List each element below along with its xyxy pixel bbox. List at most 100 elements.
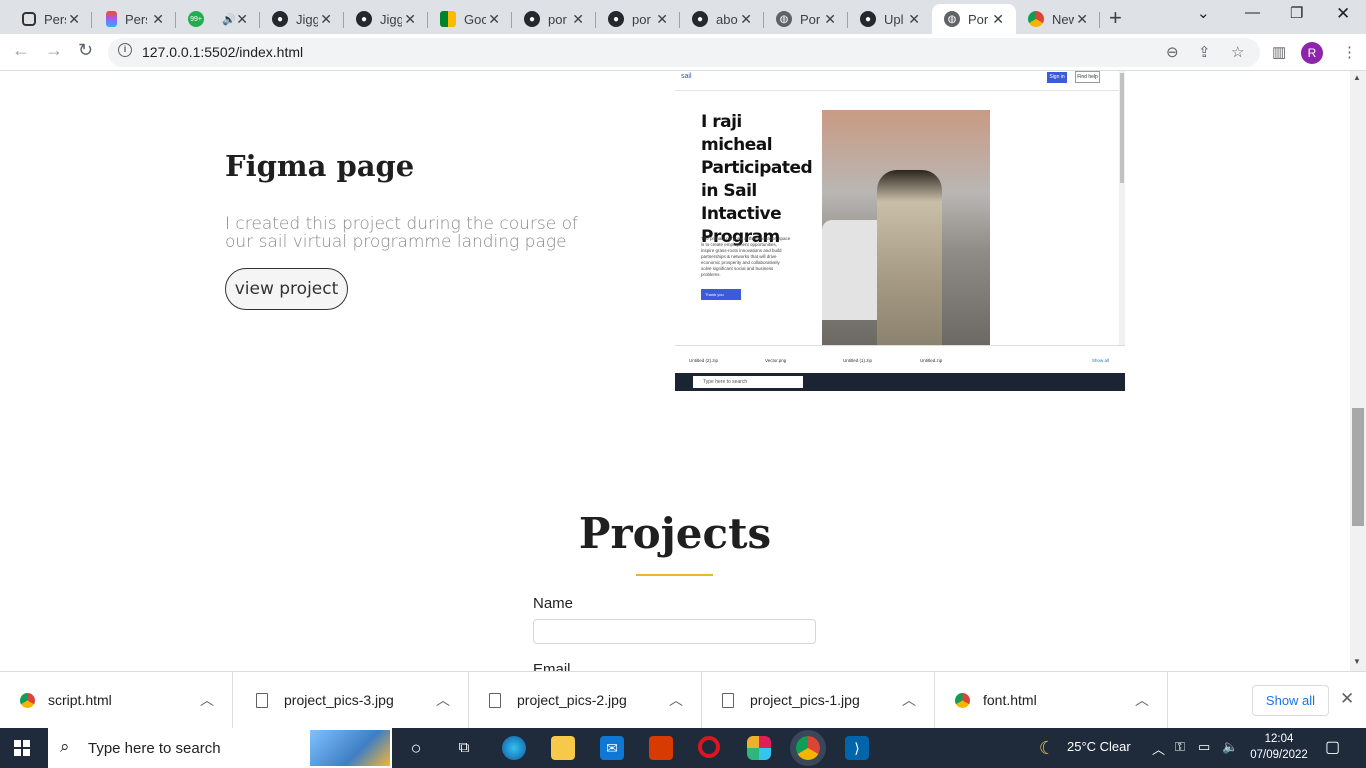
show-all-button[interactable]: Show all: [1252, 685, 1329, 716]
tab-11[interactable]: ● Upl ✕: [848, 4, 932, 34]
zoom-icon[interactable]: ⊖: [1166, 43, 1179, 61]
weather-text[interactable]: 25°C Clear: [1067, 739, 1131, 754]
chevron-up-icon[interactable]: ︿: [669, 690, 683, 710]
mail-icon[interactable]: ✉: [600, 736, 624, 760]
tab-7[interactable]: ● por ✕: [512, 4, 596, 34]
close-tab-icon[interactable]: ✕: [488, 11, 500, 28]
forward-icon[interactable]: →: [45, 40, 63, 61]
download-item[interactable]: font.html ︿: [935, 672, 1168, 729]
minimize-icon[interactable]: —: [1245, 4, 1260, 21]
tab-10[interactable]: ◍ Por ✕: [764, 4, 848, 34]
close-tab-icon[interactable]: ✕: [1076, 11, 1088, 28]
badge-icon: 99+: [188, 11, 204, 27]
preview-photo: [822, 110, 990, 346]
scroll-down-icon[interactable]: ▼: [1353, 657, 1361, 666]
vscode-icon[interactable]: ⟩: [845, 736, 869, 760]
side-panel-icon[interactable]: ▥: [1272, 43, 1286, 61]
weather-moon-icon[interactable]: ☾: [1035, 736, 1059, 760]
close-tab-icon[interactable]: ✕: [320, 11, 332, 28]
taskbar-search[interactable]: ⌕ Type here to search: [48, 728, 392, 768]
tab-9[interactable]: ● abo ✕: [680, 4, 764, 34]
tab-search-icon[interactable]: ⌄: [1197, 4, 1210, 22]
download-item[interactable]: script.html ︿: [0, 672, 233, 729]
windows-start-icon[interactable]: [14, 740, 30, 756]
url-text[interactable]: 127.0.0.1:5502/index.html: [142, 44, 303, 60]
share-icon[interactable]: ⇪: [1198, 43, 1211, 61]
reload-icon[interactable]: ↻: [78, 40, 93, 61]
preview-logo: sail: [681, 73, 692, 80]
figma-icon: [106, 11, 117, 27]
battery-icon[interactable]: ▭: [1198, 739, 1210, 755]
globe-icon: ◍: [944, 11, 960, 27]
audio-icon[interactable]: 🔊: [222, 13, 236, 26]
notifications-icon[interactable]: ▢: [1325, 737, 1340, 757]
scroll-up-icon[interactable]: ▲: [1353, 73, 1361, 82]
close-tab-icon[interactable]: ✕: [152, 11, 164, 28]
preview-download-shelf: Untitled (2).zip Vector.png Untitled (1)…: [675, 345, 1125, 373]
new-tab-icon[interactable]: +: [1109, 5, 1122, 31]
tab-13[interactable]: New ✕: [1016, 4, 1100, 34]
task-view-icon[interactable]: ⧉: [452, 736, 476, 760]
profile-avatar[interactable]: R: [1301, 42, 1323, 64]
bookmark-star-icon[interactable]: ☆: [1231, 43, 1244, 61]
figma-section-title: Figma page: [225, 149, 415, 183]
close-tab-icon[interactable]: ✕: [404, 11, 416, 28]
back-icon[interactable]: ←: [12, 40, 30, 61]
file-icon: [489, 693, 501, 708]
page-viewport: Figma page I created this project during…: [0, 71, 1350, 671]
close-tab-icon[interactable]: ✕: [68, 11, 80, 28]
chevron-up-icon[interactable]: ︿: [1135, 690, 1149, 710]
chevron-up-icon[interactable]: ︿: [436, 690, 450, 710]
close-tab-icon[interactable]: ✕: [740, 11, 752, 28]
view-project-button[interactable]: view project: [225, 268, 348, 310]
page-scrollbar[interactable]: ▲ ▼: [1350, 71, 1366, 671]
chevron-up-icon[interactable]: ︿: [902, 690, 916, 710]
tab-8[interactable]: ● por ✕: [596, 4, 680, 34]
title-underline: [636, 574, 713, 576]
close-tab-icon[interactable]: ✕: [824, 11, 836, 28]
tab-1[interactable]: Pers ✕: [8, 4, 92, 34]
tab-3[interactable]: 99+ 🔊 ✕: [176, 4, 260, 34]
close-tab-icon[interactable]: ✕: [236, 11, 248, 28]
file-icon: [722, 693, 734, 708]
tray-chevron-icon[interactable]: ︿: [1152, 739, 1165, 758]
close-tab-icon[interactable]: ✕: [992, 11, 1004, 28]
preview-headline: I raji micheal Participated in Sail Inta…: [701, 112, 813, 247]
preview-findhelp: Find help: [1075, 71, 1100, 83]
tab-12-active[interactable]: ◍ Por ✕: [932, 4, 1016, 34]
tab-2[interactable]: Pers ✕: [92, 4, 176, 34]
close-tab-icon[interactable]: ✕: [908, 11, 920, 28]
opera-icon[interactable]: [698, 736, 720, 758]
cortana-icon[interactable]: ○: [404, 736, 428, 760]
menu-icon[interactable]: ⋮: [1342, 43, 1357, 61]
edge-icon[interactable]: [502, 736, 526, 760]
download-item[interactable]: project_pics-3.jpg ︿: [236, 672, 469, 729]
system-clock[interactable]: 12:04 07/09/2022: [1248, 731, 1310, 763]
scrollbar-thumb[interactable]: [1352, 408, 1364, 526]
restore-icon[interactable]: ❐: [1290, 4, 1303, 22]
info-icon[interactable]: i: [118, 43, 132, 57]
slack-icon[interactable]: [747, 736, 771, 760]
download-item[interactable]: project_pics-1.jpg ︿: [702, 672, 935, 729]
tab-6[interactable]: Goc ✕: [428, 4, 512, 34]
close-shelf-icon[interactable]: ✕: [1340, 689, 1354, 709]
download-item[interactable]: project_pics-2.jpg ︿: [469, 672, 702, 729]
volume-icon[interactable]: 🔈: [1222, 739, 1238, 755]
github-icon: ●: [524, 11, 540, 27]
close-tab-icon[interactable]: ✕: [656, 11, 668, 28]
chrome-icon: [955, 693, 970, 708]
download-shelf: script.html ︿ project_pics-3.jpg ︿ proje…: [0, 671, 1366, 729]
close-tab-icon[interactable]: ✕: [572, 11, 584, 28]
tab-4[interactable]: ● Jigg ✕: [260, 4, 344, 34]
chrome-icon[interactable]: [796, 736, 820, 760]
network-icon[interactable]: ⚿: [1175, 739, 1185, 755]
file-explorer-icon[interactable]: [551, 736, 575, 760]
tab-5[interactable]: ● Jigg ✕: [344, 4, 428, 34]
address-bar[interactable]: i 127.0.0.1:5502/index.html ⊖ ⇪ ☆: [108, 38, 1260, 67]
file-icon: [256, 693, 268, 708]
name-input[interactable]: [533, 619, 816, 644]
office-icon[interactable]: [649, 736, 673, 760]
chevron-up-icon[interactable]: ︿: [200, 690, 214, 710]
close-window-icon[interactable]: ✕: [1336, 4, 1350, 24]
project-screenshot-image: sail Sign in Find help I raji micheal Pa…: [675, 71, 1125, 391]
